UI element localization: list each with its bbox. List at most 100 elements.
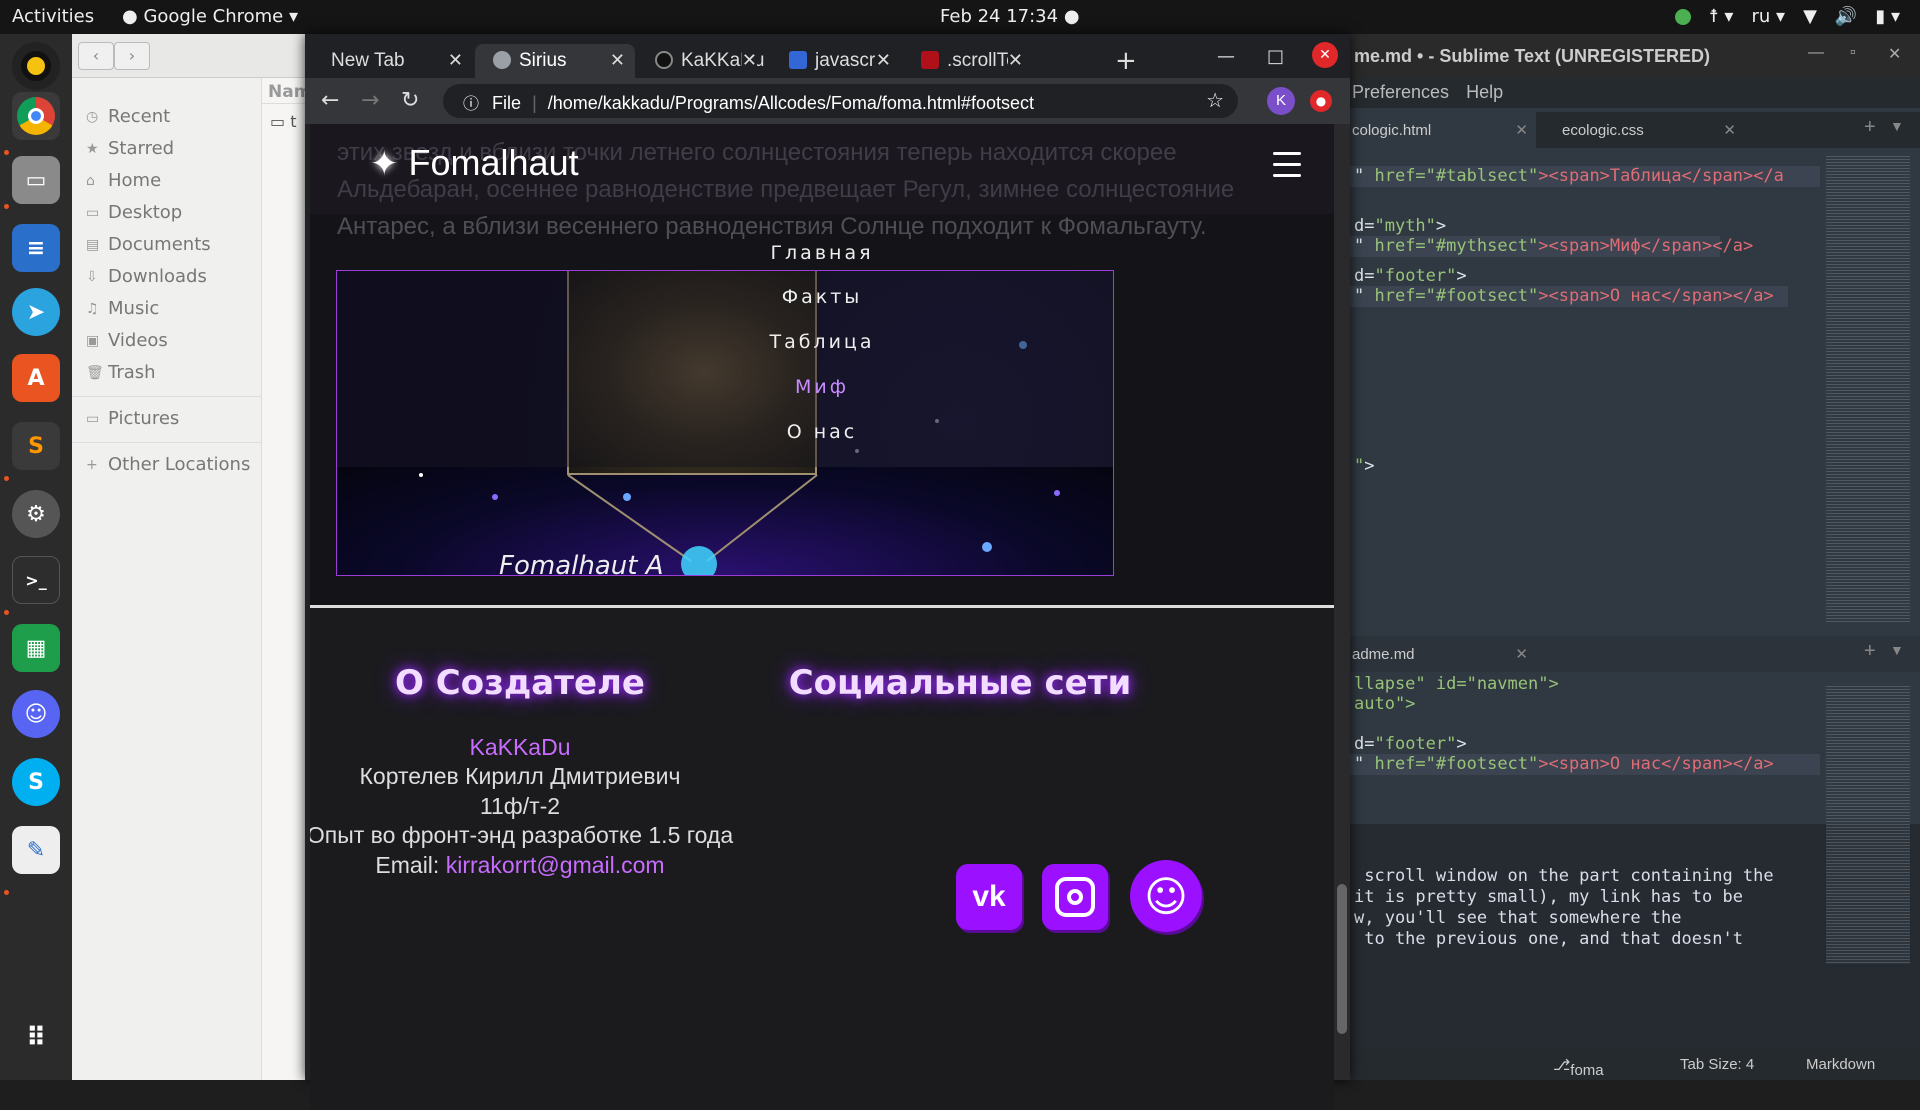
bookmark-star-icon[interactable]: ☆ — [1206, 88, 1224, 113]
close-icon[interactable]: ✕ — [610, 50, 625, 71]
address-bar[interactable]: ⓘ File | /home/kakkadu/Programs/Allcodes… — [443, 84, 1238, 118]
tab-javascript[interactable]: javascrip ✕ — [771, 44, 901, 78]
sidebar-item-pictures[interactable]: ▭ Pictures — [86, 408, 179, 429]
volume-icon[interactable]: 🔊 — [1835, 6, 1857, 27]
site-logo[interactable]: ✦ Fomalhaut — [370, 142, 579, 184]
text-line: to the previous one, and that doesn't — [1354, 929, 1743, 949]
menu-help[interactable]: Help — [1466, 82, 1503, 102]
settings-icon[interactable]: ⚙ — [12, 490, 60, 538]
sidebar-item-recent[interactable]: ◷ Recent — [86, 106, 170, 127]
language-indicator[interactable]: ru ▾ — [1751, 6, 1785, 27]
close-icon[interactable]: ✕ — [741, 50, 757, 71]
nav-link-table[interactable]: Таблица — [310, 331, 1334, 353]
editor-icon[interactable]: ✎ — [12, 826, 60, 874]
activities-button[interactable]: Activities — [12, 6, 94, 27]
vk-icon[interactable]: vk — [956, 864, 1022, 930]
close-icon[interactable]: ✕ — [1888, 44, 1901, 64]
maximize-icon[interactable]: ▫ — [1850, 44, 1856, 62]
files-icon[interactable]: ▭ — [12, 156, 60, 204]
instagram-icon[interactable] — [1042, 864, 1108, 930]
discord-icon[interactable]: ☺ — [12, 690, 60, 738]
nav-link-home[interactable]: Главная — [310, 242, 1334, 264]
close-icon[interactable]: ✕ — [1515, 121, 1528, 139]
code-pane-bottom[interactable]: llapse" id="navmen"> auto"> d="footer"> … — [1348, 674, 1820, 821]
chevron-down-icon[interactable]: ▼ — [1890, 642, 1904, 658]
terminal-icon[interactable]: >_ — [12, 556, 60, 604]
maximize-icon[interactable]: □ — [1267, 46, 1284, 67]
close-icon[interactable]: ✕ — [875, 50, 891, 71]
email-link[interactable]: kirrakorrt@gmail.com — [446, 852, 665, 878]
tab-sirius[interactable]: Sirius ✕ — [475, 44, 635, 78]
update-icon[interactable] — [1674, 8, 1691, 25]
app-menu[interactable]: ● Google Chrome ▾ — [122, 6, 298, 27]
close-icon[interactable]: ✕ — [448, 50, 463, 71]
sidebar-item-home[interactable]: ⌂ Home — [86, 170, 161, 191]
scrollbar-thumb[interactable] — [1337, 884, 1347, 1034]
sidebar-item-documents[interactable]: ▤ Documents — [86, 234, 211, 255]
telegram-icon[interactable]: ➤ — [12, 288, 60, 336]
minimize-icon[interactable]: — — [1217, 46, 1235, 67]
tab-ecologic-html[interactable]: cologic.html ✕ — [1348, 112, 1536, 148]
github-icon[interactable]: ☺ — [1130, 860, 1202, 932]
chrome-icon[interactable] — [12, 92, 60, 140]
hamburger-menu-icon[interactable] — [1273, 152, 1301, 185]
battery-icon[interactable]: ▮ ▾ — [1875, 6, 1900, 27]
nav-link-about[interactable]: О нас — [310, 421, 1334, 443]
back-icon[interactable]: ‹ — [78, 42, 114, 70]
skype-icon[interactable]: S — [12, 758, 60, 806]
calc-icon[interactable]: ▦ — [12, 624, 60, 672]
new-tab-button[interactable]: + — [1115, 46, 1137, 76]
add-tab-icon[interactable]: + — [1864, 640, 1876, 663]
software-icon[interactable]: A — [12, 354, 60, 402]
file-row[interactable]: ▭ t — [270, 112, 296, 131]
clock-icon: ◷ — [86, 108, 99, 125]
nav-link-facts[interactable]: Факты — [310, 286, 1334, 308]
branch-indicator[interactable]: ⎇ foma — [1553, 1056, 1604, 1079]
rhythmbox-icon[interactable] — [12, 42, 60, 90]
sublime-icon[interactable]: S — [12, 422, 60, 470]
sidebar-item-trash[interactable]: 🗑 Trash — [86, 362, 156, 383]
forward-icon[interactable]: → — [361, 88, 379, 113]
sidebar-item-videos[interactable]: ▣ Videos — [86, 330, 168, 351]
extension-icon[interactable]: ● — [1310, 90, 1332, 112]
page-viewport[interactable]: этих звезд и вблизи точки летнего солнце… — [310, 124, 1334, 1110]
tab-kakkadu[interactable]: KaKKaDu ✕ — [637, 44, 767, 78]
add-tab-icon[interactable]: + — [1864, 116, 1876, 139]
tab-readme-md[interactable]: adme.md ✕ — [1348, 636, 1536, 672]
code-pane-top[interactable]: " href="#tablsect"><span>Таблица</span><… — [1348, 158, 1820, 476]
writer-icon[interactable]: ≡ — [12, 224, 60, 272]
info-icon[interactable]: ⓘ — [463, 96, 479, 113]
minimize-icon[interactable]: — — [1808, 44, 1824, 62]
sidebar-item-starred[interactable]: ★ Starred — [86, 138, 174, 159]
clock[interactable]: Feb 24 17:34 ● — [940, 6, 1080, 27]
sidebar-item-other-locations[interactable]: + Other Locations — [86, 454, 250, 475]
tab-ecologic-css[interactable]: ecologic.css ✕ — [1544, 112, 1744, 148]
sidebar-item-music[interactable]: ♫ Music — [86, 298, 159, 319]
close-icon[interactable]: ✕ — [1515, 645, 1528, 663]
sidebar-item-desktop[interactable]: ▭ Desktop — [86, 202, 182, 223]
close-icon[interactable]: ✕ — [1312, 42, 1338, 68]
chevron-down-icon[interactable]: ▼ — [1890, 118, 1904, 134]
back-icon[interactable]: ← — [321, 88, 339, 113]
menu-preferences[interactable]: Preferences — [1352, 82, 1449, 102]
creator-nick[interactable]: KaKKaDu — [310, 734, 740, 761]
apps-grid-icon[interactable]: ⠿ — [12, 1014, 60, 1062]
tab-scrollto[interactable]: .scrollTo ✕ — [903, 44, 1033, 78]
tab-size-indicator[interactable]: Tab Size: 4 — [1680, 1056, 1754, 1073]
minimap-bottom[interactable] — [1826, 684, 1910, 964]
video-icon: ▣ — [86, 332, 100, 349]
wifi-icon[interactable]: ▼ — [1803, 6, 1817, 27]
close-icon[interactable]: ✕ — [1723, 121, 1736, 139]
sidebar-item-downloads[interactable]: ⇩ Downloads — [86, 266, 207, 287]
close-icon[interactable]: ✕ — [1007, 50, 1023, 71]
page-scrollbar[interactable] — [1334, 124, 1350, 1080]
nav-link-myth[interactable]: Миф — [310, 376, 1334, 398]
minimap-top[interactable] — [1826, 154, 1910, 624]
site-footer: О Создателе Социальные сети KaKKaDu Корт… — [310, 608, 1334, 1110]
syntax-indicator[interactable]: Markdown — [1806, 1056, 1875, 1073]
tab-new-tab[interactable]: New Tab ✕ — [313, 44, 473, 78]
accessibility-icon[interactable]: ☨ ▾ — [1709, 6, 1734, 27]
reload-icon[interactable]: ↻ — [401, 88, 419, 113]
forward-icon[interactable]: › — [114, 42, 150, 70]
profile-avatar[interactable]: K — [1267, 87, 1295, 115]
